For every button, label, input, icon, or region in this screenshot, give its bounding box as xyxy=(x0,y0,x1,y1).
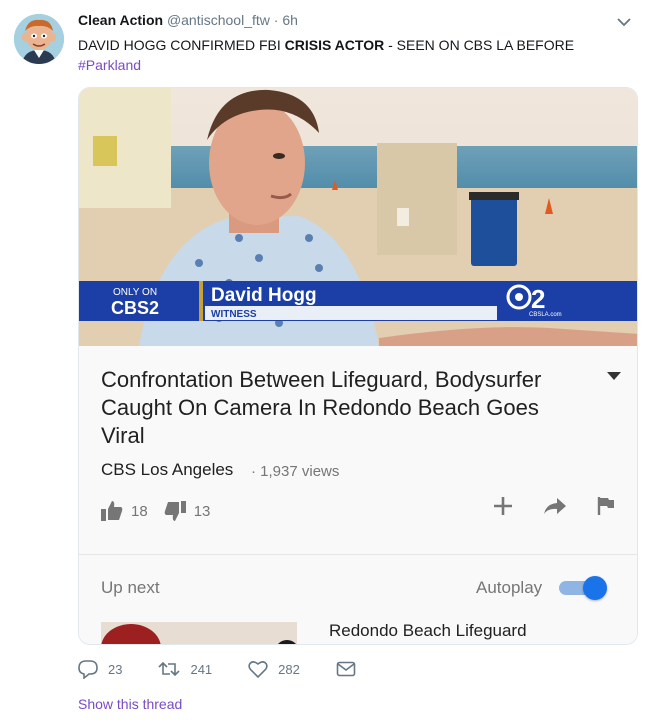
tweet-text-bold: CRISIS ACTOR xyxy=(284,37,385,53)
view-count: · 1,937 views xyxy=(251,463,340,480)
next-video-title[interactable]: Redondo Beach Lifeguard xyxy=(329,621,527,641)
tweet-actions: 23 241 282 xyxy=(78,657,392,681)
show-thread-link[interactable]: Show this thread xyxy=(78,696,182,712)
tweet-text-part1: DAVID HOGG CONFIRMED FBI xyxy=(78,37,285,53)
heart-icon xyxy=(248,661,268,679)
like-count: 18 xyxy=(131,502,148,520)
share-actions xyxy=(493,496,615,516)
video-info-panel: Confrontation Between Lifeguard, Bodysur… xyxy=(79,346,637,644)
share-arrow-icon[interactable] xyxy=(543,496,567,516)
tweet-text-part2: - SEEN ON CBS LA BEFORE xyxy=(384,37,575,53)
next-video-thumbnail[interactable] xyxy=(101,622,297,644)
retweet-icon xyxy=(158,661,181,677)
video-frame: ONLY ON CBS2 David Hogg WITNESS 2 CBSLA.… xyxy=(79,88,637,346)
retweet-action[interactable]: 241 xyxy=(158,659,212,679)
station-logo-number: 2 xyxy=(531,284,545,314)
separator-dot: · xyxy=(273,12,279,28)
video-title[interactable]: Confrontation Between Lifeguard, Bodysur… xyxy=(101,366,581,450)
autoplay-toggle[interactable] xyxy=(559,576,609,600)
dm-action[interactable] xyxy=(336,660,356,678)
divider xyxy=(79,554,637,555)
reply-action[interactable]: 23 xyxy=(78,659,122,679)
hashtag-link[interactable]: #Parkland xyxy=(78,57,141,73)
thumbs-up-icon[interactable] xyxy=(101,501,123,521)
menu-triangle-icon[interactable] xyxy=(607,372,621,380)
add-icon[interactable] xyxy=(493,496,513,516)
badge-only-on: ONLY ON xyxy=(113,287,157,298)
lower-third-name: David Hogg xyxy=(211,285,317,306)
like-count-tweet: 282 xyxy=(278,661,300,677)
chevron-down-icon[interactable] xyxy=(616,14,632,30)
avatar[interactable] xyxy=(14,14,64,64)
youtube-embed-card[interactable]: ONLY ON CBS2 David Hogg WITNESS 2 CBSLA.… xyxy=(78,87,638,645)
up-next-label: Up next xyxy=(101,578,160,597)
author-handle[interactable]: @antischool_ftw xyxy=(167,12,270,28)
dislike-count: 13 xyxy=(193,502,211,520)
station-url: CBSLA.com xyxy=(529,312,562,318)
rating-actions: 18 13 xyxy=(101,500,226,522)
flag-icon[interactable] xyxy=(597,496,615,516)
video-player[interactable]: ONLY ON CBS2 David Hogg WITNESS 2 CBSLA.… xyxy=(79,88,637,346)
autoplay-label: Autoplay xyxy=(476,578,543,597)
tweet-header: Clean Action @antischool_ftw · 6h xyxy=(78,11,298,29)
tweet-text: DAVID HOGG CONFIRMED FBI CRISIS ACTOR - … xyxy=(78,35,574,55)
retweet-count: 241 xyxy=(190,661,213,677)
reply-count: 23 xyxy=(108,661,123,677)
author-name[interactable]: Clean Action xyxy=(78,12,163,28)
envelope-icon xyxy=(336,661,356,677)
like-action[interactable]: 282 xyxy=(248,659,300,679)
avatar-image xyxy=(14,14,64,64)
badge-cbs2: CBS2 xyxy=(111,298,159,318)
toggle-knob xyxy=(583,576,607,600)
tweet-time[interactable]: 6h xyxy=(282,12,298,28)
tweet: Clean Action @antischool_ftw · 6h DAVID … xyxy=(0,0,646,724)
thumbs-down-icon[interactable] xyxy=(164,501,186,521)
channel-name[interactable]: CBS Los Angeles xyxy=(101,460,233,480)
reply-icon xyxy=(78,660,98,679)
lower-third-role: WITNESS xyxy=(211,309,257,320)
